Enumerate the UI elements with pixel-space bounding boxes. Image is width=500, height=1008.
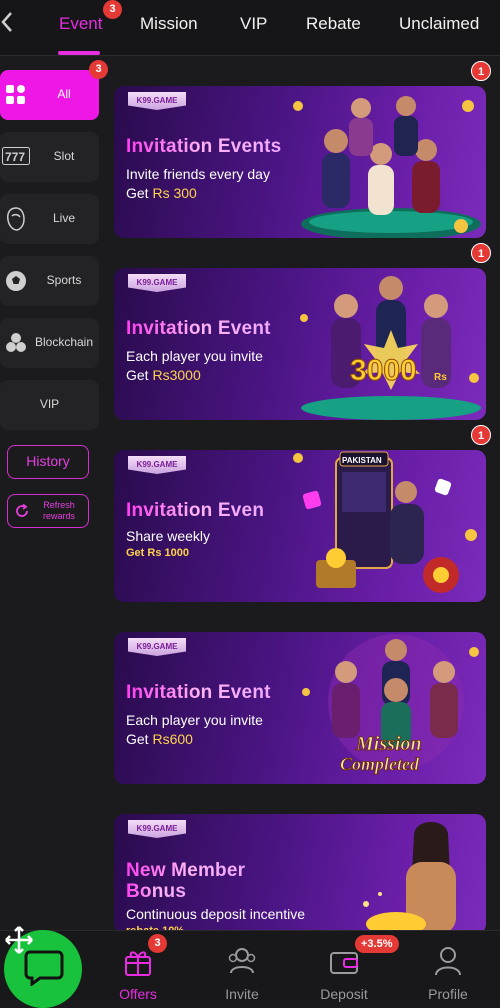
sidebar-item-vip[interactable]: VIP xyxy=(0,380,99,430)
sidebar-item-label: Blockchain xyxy=(34,335,94,349)
mission-completed-image: Mission Completed xyxy=(302,634,479,774)
card-reward: Get Rs3000 xyxy=(126,367,201,383)
svg-text:777: 777 xyxy=(5,150,25,164)
deposit-bonus-badge: +3.5% xyxy=(355,935,399,953)
sidebar-item-label: Slot xyxy=(53,149,75,163)
refresh-rewards-button[interactable]: Refresh rewards xyxy=(7,494,89,528)
card-title: Invitation Event xyxy=(126,682,271,703)
nav-profile[interactable]: Profile xyxy=(398,931,498,1002)
rs-art-text: Rs xyxy=(434,372,447,383)
top-tab-bar: Event 3 Mission VIP Rebate Unclaimed xyxy=(0,0,500,56)
blockchain-icon xyxy=(6,333,26,352)
nav-invite[interactable]: Invite xyxy=(192,931,292,1002)
refresh-icon xyxy=(16,503,28,517)
grid-icon xyxy=(6,85,25,104)
nav-offers-badge: 3 xyxy=(148,934,167,953)
card-title: New Member xyxy=(126,860,246,881)
card-description: Each player you invite xyxy=(126,712,263,728)
tab-unclaimed[interactable]: Unclaimed xyxy=(399,12,479,36)
players-casino-table-image xyxy=(293,96,481,238)
tab-event[interactable]: Event xyxy=(59,12,102,36)
3000-art-text: 3000 xyxy=(350,354,417,387)
chat-bubble-icon xyxy=(24,950,64,986)
brand-tag: K99.GAME xyxy=(128,638,186,656)
sidebar-item-label: All xyxy=(57,87,71,101)
tab-mission[interactable]: Mission xyxy=(140,12,198,36)
nav-offers[interactable]: Offers xyxy=(88,931,188,1002)
pakistan-slot-machine-image: PAKISTAN xyxy=(293,451,477,593)
players-3000-rs-image: 3000 Rs xyxy=(300,276,481,420)
card-reward: Get Rs600 xyxy=(126,731,193,747)
card-title: Invitation Events xyxy=(126,136,282,157)
active-tab-indicator xyxy=(58,51,100,55)
card-title-line2: Bonus xyxy=(126,881,187,902)
live-dealer-icon xyxy=(7,207,25,231)
sidebar-item-sports[interactable]: Sports xyxy=(0,256,99,306)
tab-event-badge: 3 xyxy=(103,0,122,19)
profile-icon xyxy=(435,947,461,976)
brand-tag: K99.GAME xyxy=(128,274,186,292)
card-description: Share weekly xyxy=(126,528,211,544)
drag-handle-icon[interactable] xyxy=(4,925,34,955)
event-card-invitation-2[interactable]: K99.GAME Invitation Event Each player yo… xyxy=(114,268,486,420)
sidebar-item-live[interactable]: Live xyxy=(0,194,99,244)
brand-tag: K99.GAME xyxy=(128,92,186,110)
gift-icon xyxy=(125,951,151,976)
card-title: Invitation Even xyxy=(126,500,265,521)
event-card-new-member-bonus[interactable]: K99.GAME New Member Bonus Continuous dep… xyxy=(114,814,486,934)
chevron-left-icon[interactable] xyxy=(0,10,20,38)
card-description: Invite friends every day xyxy=(126,166,270,182)
history-button[interactable]: History xyxy=(7,445,89,479)
card-notification-badge: 1 xyxy=(471,61,491,81)
sidebar-item-label: VIP xyxy=(39,397,60,411)
completed-art-text: Completed xyxy=(340,754,420,774)
sidebar-all-badge: 3 xyxy=(89,60,108,79)
wallet-icon xyxy=(330,952,358,974)
slot-777-icon: 777 xyxy=(2,147,30,165)
card-reward: Get Rs 1000 xyxy=(126,547,189,559)
refresh-label: Refresh xyxy=(43,500,75,510)
event-card-invitation-4[interactable]: K99.GAME Invitation Event Each player yo… xyxy=(114,632,486,784)
sidebar-item-blockchain[interactable]: Blockchain xyxy=(0,318,99,368)
card-description: Continuous deposit incentive xyxy=(126,906,306,922)
event-card-invitation-3[interactable]: K99.GAME Invitation Even Share weekly Ge… xyxy=(114,450,486,602)
refresh-label: rewards xyxy=(42,511,75,521)
woman-with-gold-image xyxy=(363,822,456,934)
card-notification-badge: 1 xyxy=(471,243,491,263)
mission-art-text: Mission xyxy=(355,733,422,755)
users-icon xyxy=(228,948,256,974)
soccer-ball-icon xyxy=(6,271,26,291)
card-notification-badge: 1 xyxy=(471,425,491,445)
card-reward: Get Rs 300 xyxy=(126,185,197,201)
tab-vip[interactable]: VIP xyxy=(240,12,267,36)
card-description: Each player you invite xyxy=(126,348,263,364)
sidebar-item-slot[interactable]: 777 Slot xyxy=(0,132,99,182)
sidebar-item-all[interactable]: All xyxy=(0,70,99,120)
event-card-invitation-1[interactable]: K99.GAME Invitation Events Invite friend… xyxy=(114,86,486,238)
brand-tag: K99.GAME xyxy=(128,820,186,838)
brand-tag: K99.GAME xyxy=(128,456,186,474)
tab-rebate[interactable]: Rebate xyxy=(306,12,361,36)
sidebar-item-label: Live xyxy=(52,211,75,225)
card-title: Invitation Event xyxy=(126,318,271,339)
pakistan-art-text: PAKISTAN xyxy=(342,456,382,465)
sidebar-item-label: Sports xyxy=(46,273,82,287)
